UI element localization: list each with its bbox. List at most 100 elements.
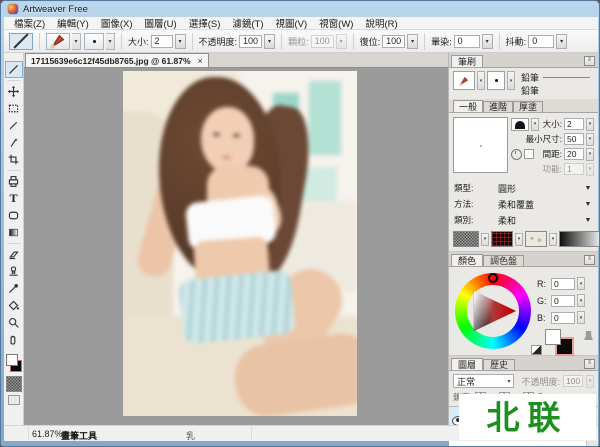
color-picker-icon[interactable]	[584, 331, 593, 340]
brush-preset-button[interactable]	[46, 32, 70, 50]
hue-marker[interactable]	[488, 273, 498, 283]
tool-eraser[interactable]	[5, 246, 23, 263]
min-size-input[interactable]: 50	[564, 133, 584, 145]
color-wheel[interactable]	[455, 273, 531, 349]
tab-layers[interactable]: 圖層	[451, 358, 484, 370]
tool-crop[interactable]	[5, 151, 23, 168]
blend-mode-select[interactable]: 正常	[453, 374, 515, 388]
menu-select[interactable]: 選擇(S)	[183, 16, 227, 30]
r-spinner[interactable]	[577, 277, 585, 290]
g-spinner[interactable]	[577, 294, 585, 307]
tool-hand[interactable]	[5, 331, 23, 348]
menu-edit[interactable]: 編輯(Y)	[51, 16, 95, 30]
opacity-spinner[interactable]	[264, 33, 276, 49]
tool-line[interactable]	[4, 61, 23, 78]
chevron-down-icon[interactable]: ▼	[583, 201, 593, 208]
tab-history[interactable]: 歷史	[483, 359, 516, 370]
tool-fill[interactable]	[5, 297, 23, 314]
tool-move[interactable]	[5, 83, 23, 100]
stroke-preset-dropdown[interactable]	[106, 32, 115, 50]
spacing-input[interactable]: 20	[564, 148, 584, 160]
default-colors-icon[interactable]	[531, 345, 542, 355]
resat-input[interactable]: 100	[382, 34, 406, 48]
b-input[interactable]: 0	[551, 311, 575, 324]
min-size-spinner[interactable]	[586, 132, 594, 146]
tool-pencil[interactable]	[5, 117, 23, 134]
noise-texture-dropdown[interactable]	[481, 232, 489, 246]
tool-stamp[interactable]	[5, 263, 23, 280]
tab-advanced[interactable]: 進階	[483, 101, 514, 112]
spacing-spinner[interactable]	[586, 147, 594, 161]
chevron-down-icon[interactable]: ▼	[583, 217, 593, 224]
bleed-spinner[interactable]	[481, 33, 493, 49]
title-bar[interactable]: Artweaver Free	[1, 1, 599, 17]
brush-preset-dropdown[interactable]	[72, 32, 81, 50]
brush-category-dropdown[interactable]	[477, 71, 485, 90]
g-input[interactable]: 0	[551, 294, 575, 307]
tool-eyedropper[interactable]	[5, 280, 23, 297]
foreground-color-swatch[interactable]	[545, 329, 561, 345]
paper-texture-button[interactable]	[525, 231, 547, 247]
canvas[interactable]	[24, 68, 448, 425]
tool-rect-select[interactable]	[5, 100, 23, 117]
chevron-down-icon[interactable]: ▼	[583, 185, 593, 192]
tool-shape[interactable]	[5, 207, 23, 224]
brush-size-spinner[interactable]	[586, 117, 594, 131]
panel-menu-icon[interactable]	[584, 56, 595, 66]
foreground-color-swatch[interactable]	[5, 354, 18, 366]
brush-variant-button[interactable]	[487, 71, 505, 90]
menu-image[interactable]: 圖像(X)	[95, 16, 139, 30]
tab-impasto[interactable]: 厚塗	[513, 101, 544, 112]
timing-checkbox[interactable]	[524, 149, 534, 159]
stroke-preset-picker[interactable]	[84, 32, 115, 50]
tab-swatches[interactable]: 調色盤	[483, 255, 525, 266]
jitter-input[interactable]: 0	[528, 34, 555, 48]
b-spinner[interactable]	[577, 311, 585, 324]
stroke-preset-button[interactable]	[84, 32, 104, 50]
tool-zoom[interactable]	[5, 314, 23, 331]
tool-clone[interactable]	[5, 173, 23, 190]
brush-size-input[interactable]: 2	[564, 118, 584, 130]
gradient-preview-button[interactable]	[559, 231, 599, 247]
panel-menu-icon[interactable]	[584, 255, 595, 265]
menu-filter[interactable]: 濾鏡(T)	[226, 16, 269, 30]
size-spinner[interactable]	[174, 33, 186, 49]
grid-texture-button[interactable]	[491, 231, 513, 247]
pattern-swatch[interactable]	[5, 376, 22, 392]
menu-file[interactable]: 檔案(Z)	[8, 16, 51, 30]
line-mode-button[interactable]	[9, 32, 33, 50]
grid-texture-dropdown[interactable]	[515, 232, 523, 246]
tab-brush[interactable]: 筆刷	[451, 55, 484, 67]
tool-gradient[interactable]	[5, 224, 23, 241]
category-value[interactable]: 柔和	[484, 214, 579, 227]
close-icon[interactable]: ×	[198, 56, 203, 65]
brush-preset-picker[interactable]	[46, 32, 81, 50]
resat-spinner[interactable]	[407, 33, 419, 49]
document-tab[interactable]: 17115639e6c12f45db8765.jpg @ 61.87% ×	[25, 53, 209, 67]
brush-variant-dropdown[interactable]	[507, 71, 515, 90]
tool-pen[interactable]	[5, 134, 23, 151]
opacity-input[interactable]: 100	[239, 34, 263, 48]
noise-texture-button[interactable]	[453, 231, 479, 247]
brush-tip-button[interactable]	[511, 117, 529, 131]
paper-swatch[interactable]	[7, 395, 20, 405]
bleed-input[interactable]: 0	[453, 34, 480, 48]
menu-window[interactable]: 視窗(W)	[313, 16, 359, 30]
r-input[interactable]: 0	[551, 277, 575, 290]
paper-texture-dropdown[interactable]	[549, 232, 557, 246]
panel-menu-icon[interactable]	[584, 359, 595, 369]
menu-layer[interactable]: 圖層(U)	[138, 16, 182, 30]
menu-view[interactable]: 視圖(V)	[270, 16, 314, 30]
tool-text[interactable]: T	[5, 190, 23, 207]
type-value[interactable]: 圓形	[484, 182, 579, 195]
brush-category-button[interactable]	[453, 71, 475, 90]
status-zoom-level[interactable]: 61.87%	[32, 429, 63, 439]
tab-general[interactable]: 一般	[453, 100, 484, 112]
size-input[interactable]: 2	[150, 34, 173, 48]
brush-texture-row	[449, 228, 599, 251]
tab-color[interactable]: 顏色	[451, 254, 484, 266]
jitter-spinner[interactable]	[556, 33, 568, 49]
menu-help[interactable]: 說明(R)	[359, 16, 403, 30]
brush-tip-dropdown[interactable]	[531, 117, 539, 131]
method-value[interactable]: 柔和覆蓋	[484, 198, 579, 211]
